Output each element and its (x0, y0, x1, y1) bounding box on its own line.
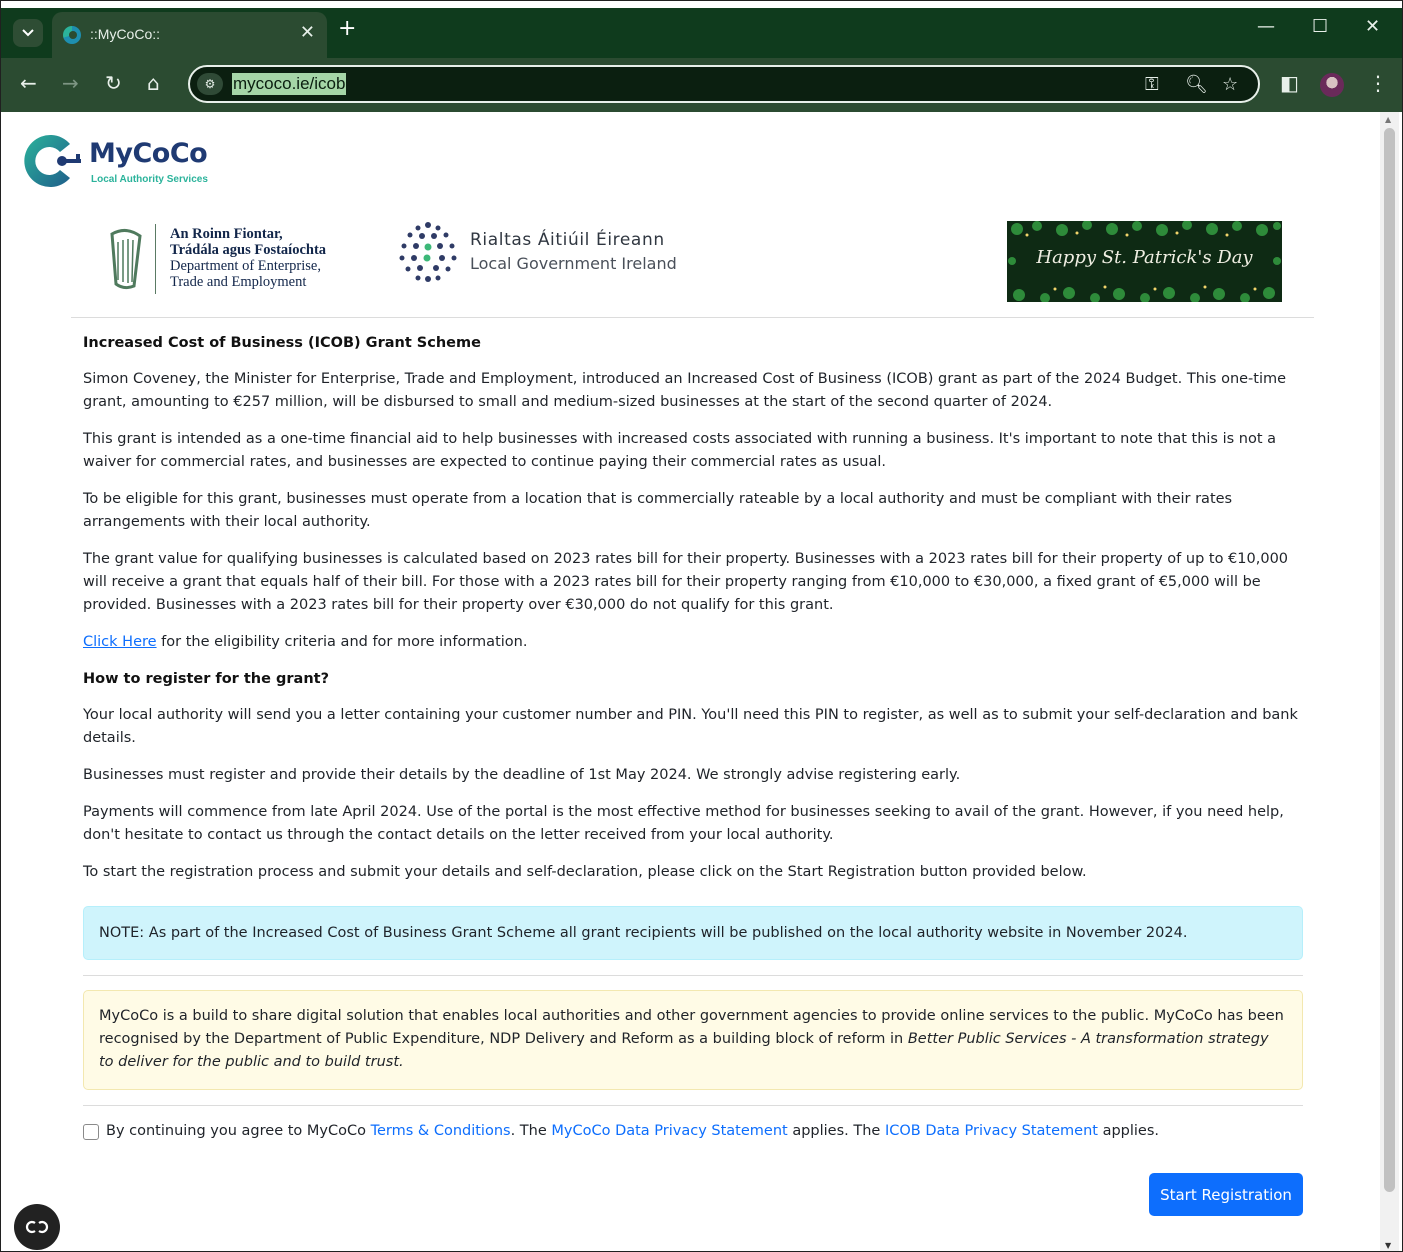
cookie-settings-button[interactable] (14, 1204, 60, 1250)
paragraph-eligibility: To be eligible for this grant, businesse… (83, 491, 1233, 530)
agreement-suffix: applies. (1097, 1123, 1160, 1139)
dept-line-irish-1: An Roinn Fiontar, (170, 226, 283, 242)
mycoco-privacy-link[interactable]: MyCoCo Data Privacy Statement (551, 1123, 787, 1139)
url-text[interactable]: mycoco.ie/icob (232, 73, 347, 95)
zoom-icon[interactable]: 🔍︎ (1185, 74, 1208, 95)
dept-line-english-2: Trade and Employment (170, 274, 307, 290)
chevron-down-icon (22, 29, 34, 37)
agreement-prefix: By continuing you agree to MyCoCo (106, 1123, 371, 1139)
section-heading-register: How to register for the grant? (83, 671, 329, 687)
web-page: MyCoCo Local Authority Services An Roinn… (4, 112, 1380, 1252)
department-name: An Roinn Fiontar, Trádála agus Fostaíoch… (170, 226, 326, 290)
forward-arrow-icon[interactable]: → (62, 72, 79, 94)
mycoco-logo-mark-icon (24, 135, 81, 187)
tab-title: ::MyCoCo:: (90, 26, 161, 42)
scroll-down-icon[interactable]: ▼ (1385, 1241, 1391, 1250)
st-patricks-day-banner: Happy St. Patrick's Day (1007, 221, 1282, 302)
reload-icon[interactable]: ↻ (105, 72, 122, 94)
paragraph-payments: Payments will commence from late April 2… (83, 804, 1284, 843)
close-tab-icon[interactable]: ✕ (300, 22, 315, 43)
scroll-up-icon[interactable]: ▲ (1385, 115, 1391, 124)
dots-emblem-icon (399, 222, 457, 282)
paragraph-start: To start the registration process and su… (83, 864, 1087, 880)
back-arrow-icon[interactable]: ← (20, 72, 37, 94)
divider (83, 975, 1303, 976)
browser-toolbar: ← → ↻ ⌂ ⚙ mycoco.ie/icob ⚿ 🔍︎ ☆ ◧ ⋮ (0, 58, 1403, 112)
info-alert-text: NOTE: As part of the Increased Cost of B… (99, 925, 1188, 941)
agreement-sep-2: applies. The (787, 1123, 885, 1139)
header-divider (71, 317, 1314, 318)
divider (83, 1105, 1303, 1106)
main-content: Increased Cost of Business (ICOB) Grant … (83, 332, 1303, 898)
mycoco-logo-tagline: Local Authority Services (91, 174, 208, 185)
bookmark-star-icon[interactable]: ☆ (1222, 74, 1238, 95)
lgi-title-irish: Rialtas Áitiúil Éireann (470, 230, 665, 250)
minimize-icon[interactable]: — (1257, 16, 1275, 37)
paragraph-purpose: This grant is intended as a one-time fin… (83, 431, 1277, 470)
browser-tab-active[interactable]: ::MyCoCo:: ✕ (52, 12, 327, 58)
mycoco-about-alert: MyCoCo is a build to share digital solut… (83, 990, 1303, 1090)
icob-privacy-link[interactable]: ICOB Data Privacy Statement (885, 1123, 1098, 1139)
start-registration-button[interactable]: Start Registration (1149, 1173, 1303, 1216)
address-bar[interactable]: ⚙ mycoco.ie/icob ⚿ 🔍︎ ☆ (188, 65, 1260, 103)
page-title: Increased Cost of Business (ICOB) Grant … (83, 335, 481, 351)
paragraph-more-info: Click Here for the eligibility criteria … (83, 631, 1303, 654)
paragraph-deadline: Businesses must register and provide the… (83, 767, 961, 783)
paragraph-intro: Simon Coveney, the Minister for Enterpri… (83, 371, 1287, 410)
tab-search-button[interactable] (13, 19, 43, 47)
scrollbar-thumb[interactable] (1384, 128, 1395, 1192)
harp-icon (110, 229, 142, 290)
maximize-icon[interactable]: ☐ (1312, 16, 1328, 37)
terms-link[interactable]: Terms & Conditions (371, 1123, 511, 1139)
banner-text: Happy St. Patrick's Day (1036, 247, 1253, 268)
local-government-ireland-logo: Rialtas Áitiúil Éireann Local Government… (396, 220, 696, 286)
dept-line-irish-2: Trádála agus Fostaíochta (170, 242, 327, 258)
info-alert: NOTE: As part of the Increased Cost of B… (83, 906, 1303, 960)
profile-avatar[interactable] (1320, 73, 1344, 97)
dept-line-english-1: Department of Enterprise, (170, 258, 321, 274)
department-enterprise-logo: An Roinn Fiontar, Trádála agus Fostaíoch… (104, 222, 344, 300)
close-window-icon[interactable]: ✕ (1365, 16, 1380, 37)
paragraph-letter: Your local authority will send you a let… (83, 707, 1298, 746)
mycoco-favicon-icon (63, 26, 81, 44)
logo-divider (155, 224, 156, 294)
home-icon[interactable]: ⌂ (147, 72, 160, 94)
menu-kebab-icon[interactable]: ⋮ (1368, 72, 1388, 94)
vertical-scrollbar[interactable]: ▲ ▼ (1380, 112, 1399, 1252)
password-key-icon[interactable]: ⚿ (1145, 74, 1159, 95)
site-info-icon[interactable]: ⚙ (197, 73, 223, 95)
click-here-link[interactable]: Click Here (83, 634, 157, 650)
agree-checkbox[interactable] (83, 1124, 99, 1140)
lgi-title-english: Local Government Ireland (470, 254, 677, 273)
window-top-edge (0, 0, 1403, 8)
side-panel-icon[interactable]: ◧ (1280, 72, 1299, 94)
cookie-settings-icon (25, 1220, 49, 1234)
new-tab-button[interactable]: + (338, 18, 356, 40)
agreement-row: By continuing you agree to MyCoCo Terms … (83, 1120, 1303, 1144)
agreement-sep-1: . The (510, 1123, 552, 1139)
paragraph-grant-value: The grant value for qualifying businesse… (83, 551, 1289, 613)
agreement-text: By continuing you agree to MyCoCo Terms … (106, 1120, 1159, 1142)
mycoco-logo[interactable]: MyCoCo Local Authority Services (22, 130, 222, 196)
mycoco-logo-wordmark: MyCoCo (89, 138, 208, 169)
browser-tab-bar: ::MyCoCo:: ✕ + — ☐ ✕ (0, 0, 1403, 58)
more-info-text: for the eligibility criteria and for mor… (156, 634, 528, 650)
